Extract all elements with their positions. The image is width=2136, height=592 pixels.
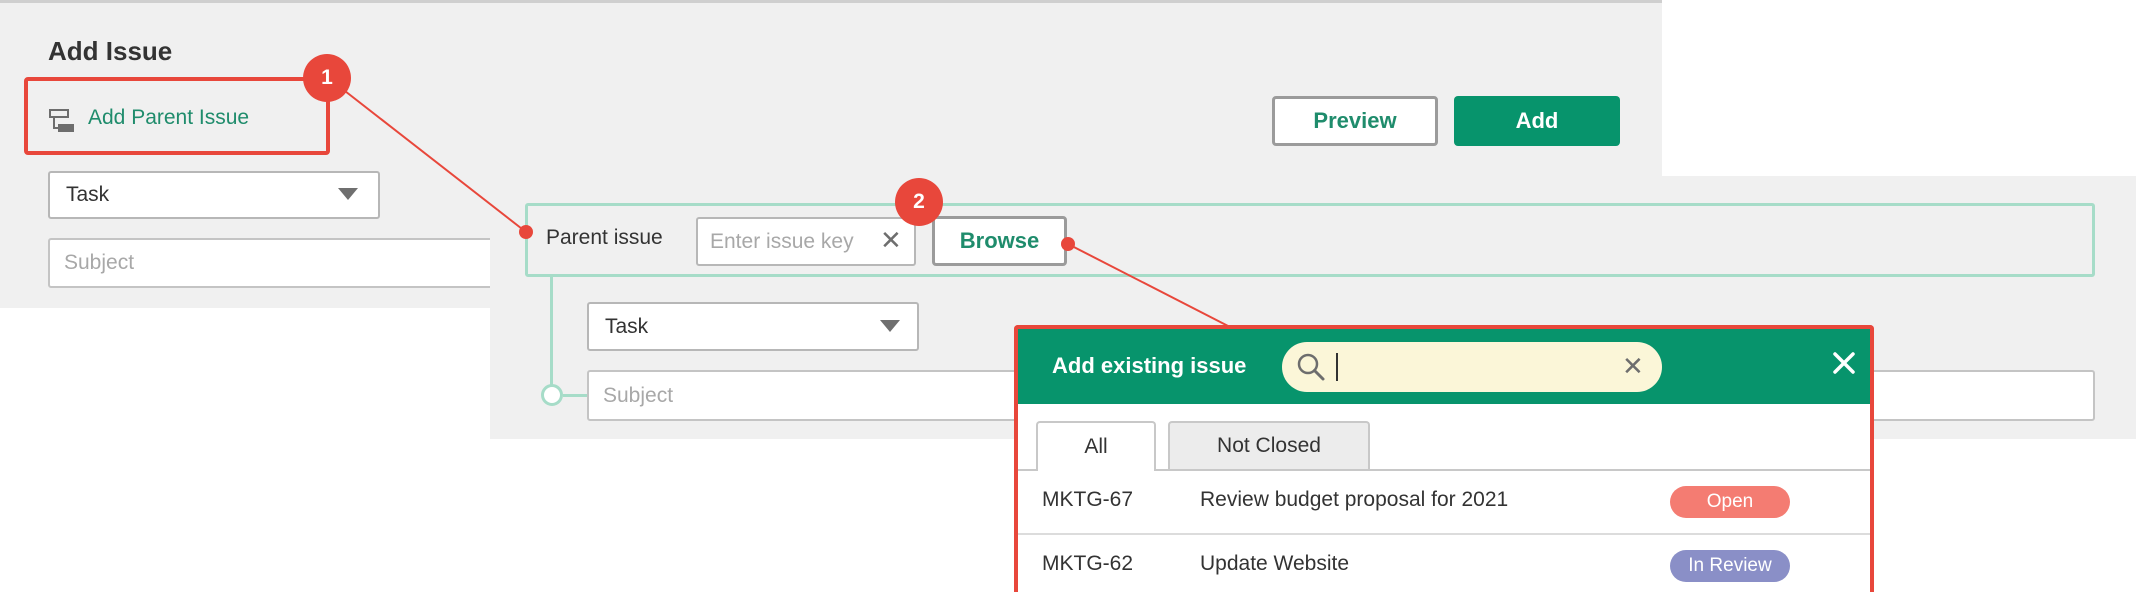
dialog-title: Add existing issue — [1052, 353, 1247, 378]
issue-summary: Update Website — [1200, 552, 1350, 575]
tab-not-closed[interactable]: Not Closed — [1168, 421, 1370, 469]
table-row[interactable]: MKTG-62 Update Website In Review — [1018, 535, 1870, 592]
callout-1-badge: 1 — [303, 54, 351, 102]
add-parent-issue-link[interactable]: Add Parent Issue — [88, 106, 249, 130]
text-caret — [1336, 353, 1338, 381]
status-badge: In Review — [1670, 550, 1790, 582]
close-icon[interactable] — [1826, 345, 1862, 381]
page-title: Add Issue — [48, 36, 173, 66]
child-issue-type-select[interactable]: Task — [587, 302, 919, 351]
add-existing-issue-dialog: Add existing issue ✕ All Not Closed MKTG… — [1014, 325, 1874, 592]
issue-type-select[interactable]: Task — [48, 171, 380, 219]
preview-button[interactable]: Preview — [1272, 96, 1438, 146]
issue-key: MKTG-62 — [1042, 552, 1134, 575]
status-badge: Open — [1670, 486, 1790, 518]
tree-connector — [550, 277, 553, 394]
chevron-down-icon — [338, 188, 358, 200]
tree-node-icon — [541, 384, 563, 406]
add-button[interactable]: Add — [1454, 96, 1620, 146]
clear-icon[interactable]: ✕ — [880, 226, 902, 254]
clear-search-icon[interactable]: ✕ — [1622, 352, 1644, 380]
dialog-header: Add existing issue ✕ — [1018, 329, 1870, 404]
table-row[interactable]: MKTG-67 Review budget proposal for 2021 … — [1018, 471, 1870, 533]
parent-issue-label: Parent issue — [546, 226, 663, 249]
callout-2-badge: 2 — [895, 178, 943, 226]
chevron-down-icon — [880, 320, 900, 332]
browse-button[interactable]: Browse — [932, 216, 1067, 266]
tree-branch — [563, 394, 587, 397]
issue-search-input[interactable]: ✕ — [1282, 342, 1662, 392]
issue-summary: Review budget proposal for 2021 — [1200, 488, 1509, 511]
search-icon — [1296, 352, 1326, 382]
issue-key: MKTG-67 — [1042, 488, 1134, 511]
tab-all[interactable]: All — [1036, 421, 1156, 471]
parent-issue-icon[interactable] — [48, 107, 76, 135]
subject-input[interactable]: Subject — [48, 238, 518, 288]
